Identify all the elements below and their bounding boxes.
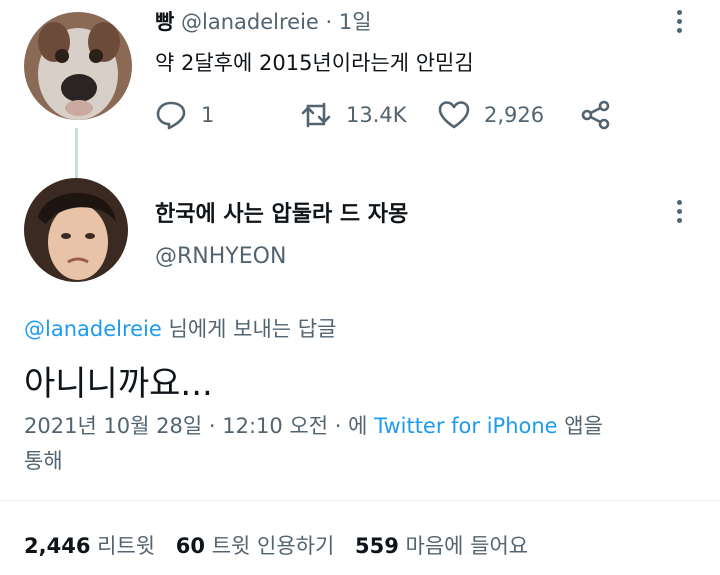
tweet2-more-icon[interactable] [677, 200, 683, 227]
avatar-lanadelreie[interactable] [24, 12, 132, 120]
avatar-rnhyeon[interactable] [24, 178, 128, 282]
tweet2-text: 아니니까요... [24, 364, 213, 404]
quotes-stat[interactable]: 60 트윗 인용하기 [176, 534, 341, 558]
retweets-label: 리트윗 [97, 534, 156, 558]
like-count: 2,926 [484, 103, 545, 127]
retweets-stat[interactable]: 2,446 리트윗 [24, 534, 162, 558]
tweet1-author-name[interactable]: 빵 [155, 10, 174, 34]
thread-connector [75, 128, 78, 178]
like-button[interactable]: 2,926 [438, 100, 544, 130]
heart-icon [438, 101, 470, 129]
retweet-icon [301, 102, 331, 128]
tweet2-handle[interactable]: @RNHYEON [155, 244, 286, 269]
stats-divider-top [0, 500, 720, 501]
tweet2-author-name[interactable]: 한국에 사는 압둘라 드 자몽 [155, 196, 408, 228]
tweet2-timestamp[interactable]: 2021년 10월 28일 · 12:10 오전 · 에 [24, 414, 367, 438]
share-button[interactable] [580, 100, 626, 130]
reply-icon [156, 101, 186, 130]
likes-label: 마음에 들어요 [405, 534, 529, 558]
likes-count: 559 [355, 534, 399, 558]
source-link[interactable]: Twitter for iPhone [374, 414, 558, 438]
tweet1-header: 빵 @lanadelreie · 1일 [155, 6, 372, 36]
reply-count: 1 [201, 103, 215, 127]
share-icon [581, 100, 610, 130]
tweet1-time[interactable]: · 1일 [326, 10, 372, 34]
reply-context: @lanadelreie 님에게 보내는 답글 [24, 313, 336, 343]
person-face-icon [24, 178, 128, 282]
tweet2-meta-line2: 통해 [24, 449, 63, 473]
stats-row: 2,446 리트윗 60 트윗 인용하기 559 마음에 들어요 [24, 530, 528, 560]
reply-to-suffix: 님에게 보내는 답글 [168, 317, 337, 341]
source-suffix: 앱을 [564, 414, 603, 438]
retweets-count: 2,446 [24, 534, 91, 558]
quotes-count: 60 [175, 534, 206, 558]
retweet-button[interactable]: 13.4K [300, 100, 407, 130]
reply-to-handle-link[interactable]: @lanadelreie [24, 317, 162, 341]
dog-face-icon [24, 12, 132, 120]
tweet1-more-icon[interactable] [677, 10, 683, 37]
likes-stat[interactable]: 559 마음에 들어요 [355, 534, 528, 558]
retweet-count: 13.4K [346, 103, 407, 127]
quotes-label: 트윗 인용하기 [211, 534, 335, 558]
tweet1-handle[interactable]: @lanadelreie [181, 10, 319, 34]
reply-button[interactable]: 1 [155, 100, 214, 130]
tweet1-text: 약 2달후에 2015년이라는게 안믿김 [155, 51, 474, 75]
tweet2-meta-line1: 2021년 10월 28일 · 12:10 오전 · 에 Twitter for… [24, 410, 603, 440]
